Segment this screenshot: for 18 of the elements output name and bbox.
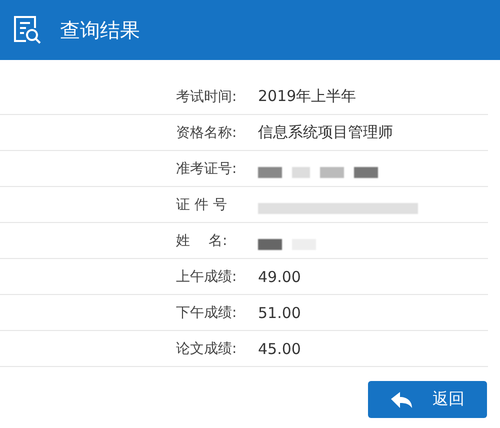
page-title: 查询结果 xyxy=(60,16,140,44)
redacted-mark xyxy=(258,239,316,250)
field-value: 51.00 xyxy=(258,304,301,322)
field-value: 49.00 xyxy=(258,268,301,286)
field-label: 证 件 号 xyxy=(176,196,228,214)
field-label: 资格名称: xyxy=(176,124,238,142)
field-label: 考试时间: xyxy=(176,88,238,106)
field-label: 论文成绩: xyxy=(176,340,238,358)
back-button[interactable]: 返回 xyxy=(368,381,487,418)
search-document-icon xyxy=(12,14,42,46)
field-value: 45.00 xyxy=(258,340,301,358)
field-label: 姓 名: xyxy=(176,232,228,250)
field-value: 2019年上半年 xyxy=(258,87,356,106)
reply-arrow-icon xyxy=(390,390,412,408)
field-label: 准考证号: xyxy=(176,160,238,178)
field-label: 上午成绩: xyxy=(176,268,238,286)
field-label: 下午成绩: xyxy=(176,304,238,322)
field-value: 信息系统项目管理师 xyxy=(258,123,393,142)
